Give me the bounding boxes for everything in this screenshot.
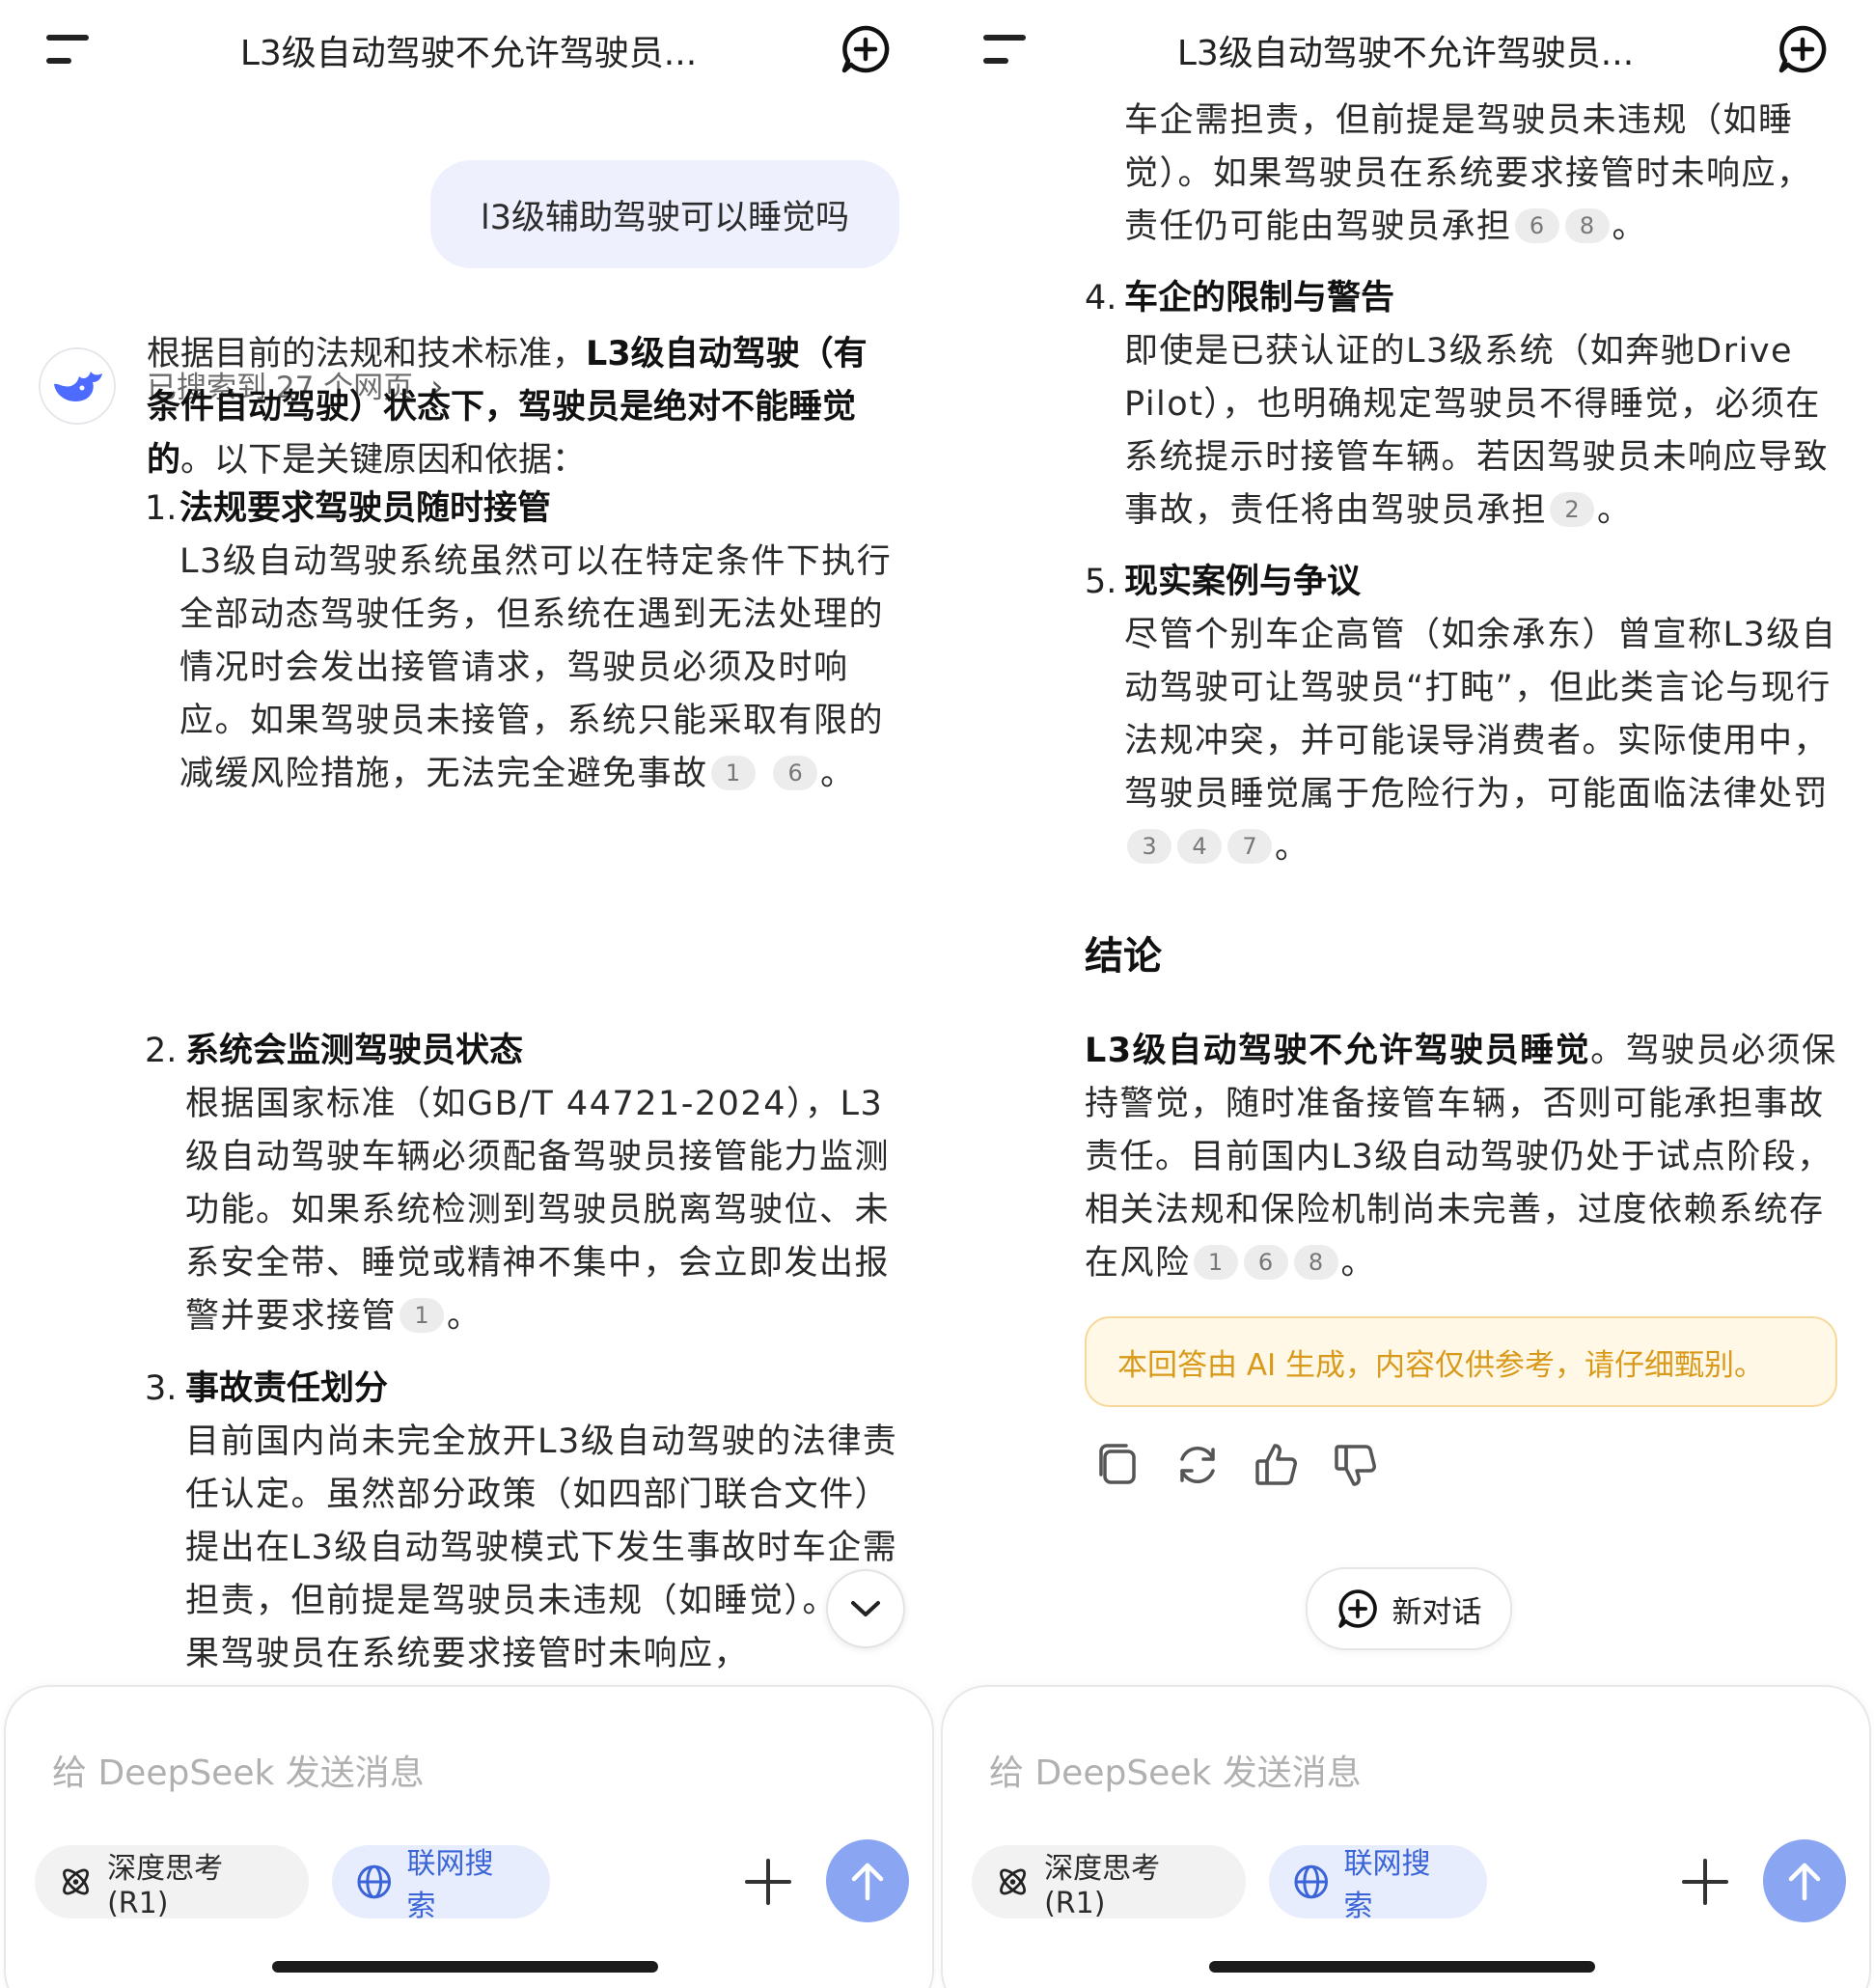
citation-badge[interactable]: 7 bbox=[1227, 829, 1272, 864]
web-search-label: 联网搜索 bbox=[1343, 1847, 1431, 1923]
deep-think-label: 深度思考 (R1) bbox=[1044, 1851, 1161, 1920]
copy-icon[interactable] bbox=[1091, 1438, 1145, 1492]
period: 。 bbox=[1597, 491, 1633, 530]
period: 。 bbox=[820, 755, 856, 793]
list-body: 根据国家标准（如GB/T 44721-2024），L3级自动驾驶车辆必须配备驾驶… bbox=[185, 1085, 891, 1336]
period: 。 bbox=[1340, 1244, 1377, 1283]
list-item: 4. 车企的限制与警告 即使是已获认证的L3级系统（如奔驰Drive Pilot… bbox=[1085, 272, 1839, 538]
thumbs-down-icon[interactable] bbox=[1329, 1438, 1383, 1492]
list-item: 5. 现实案例与争议 尽管个别车企高管（如余承东）曾宣称L3级自动驾驶可让驾驶员… bbox=[1085, 556, 1839, 874]
citation-badge[interactable]: 6 bbox=[1243, 1245, 1288, 1280]
send-button[interactable] bbox=[1763, 1839, 1846, 1922]
list-heading: 系统会监测驾驶员状态 bbox=[185, 1032, 524, 1070]
deep-think-label: 深度思考 (R1) bbox=[107, 1851, 224, 1920]
chat-panel-left: L3级自动驾驶不允许驾驶员... l3级辅助驾驶可以睡觉吗 已搜索到 27 个网… bbox=[0, 0, 937, 1988]
scroll-down-button[interactable] bbox=[826, 1569, 905, 1648]
citation-badge[interactable]: 1 bbox=[400, 1298, 445, 1333]
plus-icon[interactable] bbox=[739, 1853, 797, 1911]
list-number: 1. bbox=[145, 489, 178, 528]
answer-intro: 根据目前的法规和技术标准，L3级自动驾驶（有条件自动驾驶）状态下，驾驶员是绝对不… bbox=[147, 328, 899, 487]
citation-badge[interactable]: 1 bbox=[1193, 1245, 1238, 1280]
deepseek-whale-icon bbox=[54, 372, 102, 402]
message-input[interactable]: 给 DeepSeek 发送消息 bbox=[989, 1745, 1362, 1795]
intro-text: 根据目前的法规和技术标准， bbox=[147, 335, 587, 373]
new-chat-icon[interactable] bbox=[1777, 23, 1829, 75]
arrow-up-icon bbox=[1788, 1863, 1821, 1901]
deep-think-toggle[interactable]: 深度思考 (R1) bbox=[35, 1845, 309, 1920]
message-composer[interactable]: 给 DeepSeek 发送消息 深度思考 (R1) 联网搜索 bbox=[941, 1685, 1871, 1988]
web-search-toggle[interactable]: 联网搜索 bbox=[332, 1845, 550, 1923]
list-body: 目前国内尚未完全放开L3级自动驾驶的法律责任认定。虽然部分政策（如四部门联合文件… bbox=[185, 1422, 898, 1673]
plus-icon[interactable] bbox=[1676, 1853, 1734, 1911]
list-body: 尽管个别车企高管（如余承东）曾宣称L3级自动驾驶可让驾驶员“打盹”，但此类言论与… bbox=[1124, 616, 1837, 814]
web-search-label: 联网搜索 bbox=[406, 1847, 494, 1923]
new-chat-button[interactable]: 新对话 bbox=[1306, 1567, 1512, 1650]
deep-think-toggle[interactable]: 深度思考 (R1) bbox=[972, 1845, 1246, 1920]
conversation-title: L3级自动驾驶不允许驾驶员... bbox=[239, 34, 698, 73]
list-item: 2. 系统会监测驾驶员状态 根据国家标准（如GB/T 44721-2024），L… bbox=[145, 1025, 899, 1343]
list-heading: 现实案例与争议 bbox=[1124, 563, 1362, 601]
deepseek-avatar bbox=[39, 347, 116, 425]
citation-badge[interactable]: 2 bbox=[1550, 492, 1595, 527]
ai-disclaimer-banner: 本回答由 AI 生成，内容仅供参考，请仔细甄别。 bbox=[1085, 1316, 1837, 1407]
globe-icon bbox=[357, 1864, 392, 1899]
list-number: 3. bbox=[145, 1369, 178, 1408]
web-search-toggle[interactable]: 联网搜索 bbox=[1269, 1845, 1487, 1923]
home-indicator bbox=[1209, 1961, 1595, 1973]
list-item: 1. 法规要求驾驶员随时接管 L3级自动驾驶系统虽然可以在特定条件下执行全部动态… bbox=[145, 483, 899, 801]
regenerate-icon[interactable] bbox=[1171, 1438, 1225, 1492]
top-bar: L3级自动驾驶不允许驾驶员... bbox=[937, 0, 1874, 100]
list-heading: 法规要求驾驶员随时接管 bbox=[179, 489, 552, 528]
menu-icon[interactable] bbox=[46, 35, 93, 68]
home-indicator bbox=[272, 1961, 658, 1973]
list-body: 车企需担责，但前提是驾驶员未违规（如睡觉）。如果驾驶员在系统要求接管时未响应，责… bbox=[1124, 101, 1812, 246]
message-input[interactable]: 给 DeepSeek 发送消息 bbox=[52, 1745, 425, 1795]
globe-icon bbox=[1294, 1864, 1329, 1899]
list-body-continued: 车企需担责，但前提是驾驶员未违规（如睡觉）。如果驾驶员在系统要求接管时未响应，责… bbox=[1124, 95, 1838, 254]
send-button[interactable] bbox=[826, 1839, 909, 1922]
citation-badge[interactable]: 4 bbox=[1177, 829, 1222, 864]
intro-text-end: 。以下是关键原因和依据： bbox=[180, 441, 587, 480]
new-chat-icon[interactable] bbox=[840, 23, 892, 75]
conclusion-heading: 结论 bbox=[1085, 934, 1162, 979]
list-number: 5. bbox=[1085, 563, 1117, 601]
atom-icon bbox=[1000, 1868, 1026, 1895]
new-chat-icon bbox=[1337, 1589, 1377, 1628]
citation-badge[interactable]: 3 bbox=[1127, 829, 1171, 864]
menu-icon[interactable] bbox=[983, 35, 1030, 68]
list-item: 3. 事故责任划分 目前国内尚未完全放开L3级自动驾驶的法律责任认定。虽然部分政… bbox=[145, 1363, 899, 1681]
list-heading: 事故责任划分 bbox=[185, 1369, 389, 1408]
list-number: 2. bbox=[145, 1032, 178, 1070]
chat-panel-right: L3级自动驾驶不允许驾驶员... 车企需担责，但前提是驾驶员未违规（如睡觉）。如… bbox=[937, 0, 1874, 1988]
citation-badge[interactable]: 1 bbox=[710, 756, 756, 790]
top-bar: L3级自动驾驶不允许驾驶员... bbox=[0, 0, 937, 100]
citation-badge[interactable]: 6 bbox=[773, 756, 818, 790]
list-heading: 车企的限制与警告 bbox=[1124, 279, 1395, 318]
list-body: 即使是已获认证的L3级系统（如奔驰Drive Pilot），也明确规定驾驶员不得… bbox=[1124, 332, 1830, 530]
citation-badge[interactable]: 8 bbox=[1293, 1245, 1338, 1280]
period: 。 bbox=[447, 1297, 482, 1336]
user-message-bubble: l3级辅助驾驶可以睡觉吗 bbox=[430, 160, 899, 268]
message-composer[interactable]: 给 DeepSeek 发送消息 深度思考 (R1) 联网搜索 bbox=[4, 1685, 934, 1988]
conclusion-bold: L3级自动驾驶不允许驾驶员睡觉 bbox=[1085, 1032, 1591, 1070]
citation-badge[interactable]: 6 bbox=[1514, 208, 1559, 243]
thumbs-up-icon[interactable] bbox=[1250, 1438, 1304, 1492]
period: 。 bbox=[1275, 828, 1310, 867]
chevron-down-icon bbox=[851, 1601, 880, 1616]
new-chat-label: 新对话 bbox=[1392, 1594, 1482, 1630]
citation-badge[interactable]: 8 bbox=[1564, 208, 1610, 243]
conversation-title: L3级自动驾驶不允许驾驶员... bbox=[1176, 34, 1635, 73]
period: 。 bbox=[1612, 207, 1648, 246]
arrow-up-icon bbox=[851, 1863, 884, 1901]
list-number: 4. bbox=[1085, 279, 1117, 318]
atom-icon bbox=[63, 1868, 89, 1895]
conclusion-text: L3级自动驾驶不允许驾驶员睡觉。驾驶员必须保持警觉，随时准备接管车辆，否则可能承… bbox=[1085, 1025, 1839, 1290]
